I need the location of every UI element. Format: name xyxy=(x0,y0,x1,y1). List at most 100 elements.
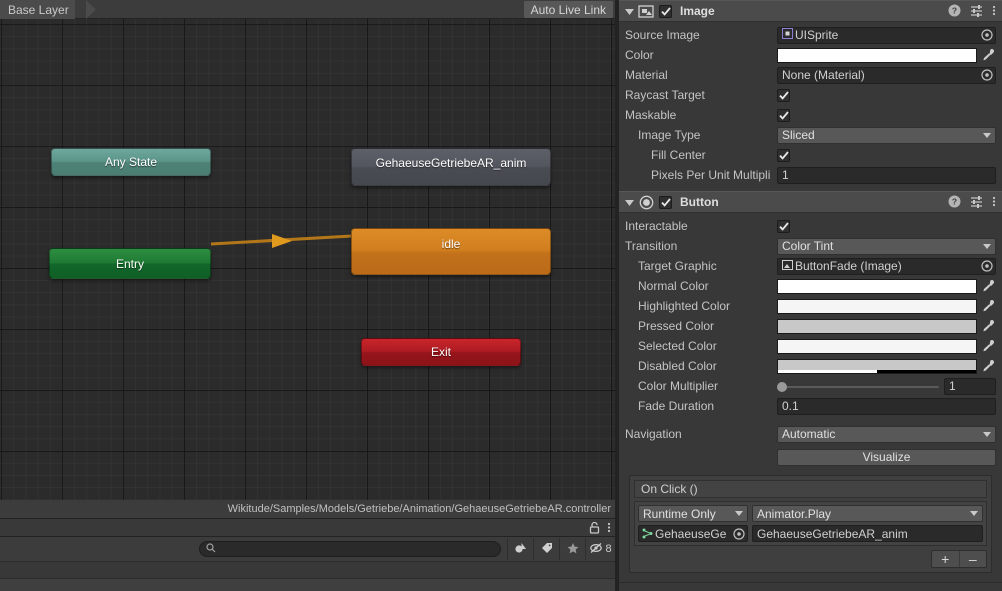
field-row-source-image: Source Image UISprite xyxy=(625,25,996,45)
auto-live-link-label: Auto Live Link xyxy=(530,2,606,17)
color-swatch-disabled-color[interactable] xyxy=(777,358,977,374)
on-click-event-box: On Click () Runtime Only Animator.Play G… xyxy=(629,475,992,573)
state-node-idle[interactable]: idle xyxy=(351,228,551,275)
field-row-highlighted-color: Highlighted Color xyxy=(625,296,996,316)
slider-color-multiplier[interactable] xyxy=(777,378,939,395)
color-swatch-normal-color[interactable] xyxy=(777,278,977,294)
checkbox-raycast-target[interactable] xyxy=(777,88,790,102)
search-input[interactable] xyxy=(219,543,479,555)
field-label: Fill Center xyxy=(651,148,706,162)
auto-live-link-button[interactable]: Auto Live Link xyxy=(523,1,613,18)
color-swatch-selected-color[interactable] xyxy=(777,338,977,354)
eyedropper-icon[interactable] xyxy=(979,338,996,354)
search-field[interactable] xyxy=(199,541,501,557)
field-label: Pressed Color xyxy=(638,319,715,333)
object-field-target[interactable]: GehaeuseGe xyxy=(638,525,748,542)
color-swatch-highlighted-color[interactable] xyxy=(777,298,977,314)
field-row-raycast-target: Raycast Target xyxy=(625,85,996,105)
chevron-down-icon xyxy=(983,431,991,437)
field-label: Selected Color xyxy=(638,339,717,353)
field-row-selected-color: Selected Color xyxy=(625,336,996,356)
eyedropper-icon[interactable] xyxy=(979,358,996,374)
preset-icon[interactable] xyxy=(970,4,983,20)
object-field-target-graphic[interactable]: ButtonFade (Image) xyxy=(777,257,996,275)
object-field-source-image[interactable]: UISprite xyxy=(777,26,996,44)
state-node-label: idle xyxy=(441,237,461,251)
dropdown-image-type[interactable]: Sliced xyxy=(777,126,996,144)
component-enabled-checkbox-button[interactable] xyxy=(659,195,672,209)
help-icon[interactable]: ? xyxy=(948,4,961,20)
field-row-color-multiplier: Color Multiplier 1 xyxy=(625,376,996,396)
field-label: Image Type xyxy=(638,128,701,142)
state-node-label: Exit xyxy=(430,345,451,359)
visualize-button[interactable]: Visualize xyxy=(777,448,996,466)
checkbox-interactable[interactable] xyxy=(777,219,790,233)
field-row-color: Color xyxy=(625,45,996,65)
field-row-interactable: Interactable xyxy=(625,216,996,236)
object-picker-icon[interactable] xyxy=(978,27,995,43)
component-header-buttons-image: ? xyxy=(948,1,996,23)
component-header-button[interactable]: Button ? xyxy=(619,191,1002,213)
text-field-value: GehaeuseGetriebeAR_anim xyxy=(757,526,908,541)
filter-by-type-button[interactable] xyxy=(507,538,533,560)
component-header-image[interactable]: Image ? xyxy=(619,0,1002,22)
slider-track-bar xyxy=(777,385,939,388)
asset-path-label: Wikitude/Samples/Models/Getriebe/Animati… xyxy=(227,503,611,515)
filter-by-label-button[interactable] xyxy=(533,538,559,560)
kebab-menu-icon[interactable] xyxy=(607,521,611,537)
hidden-packages-button[interactable]: 8 xyxy=(585,538,615,560)
visualize-button-label: Visualize xyxy=(862,450,911,464)
eyedropper-icon[interactable] xyxy=(979,298,996,314)
dropdown-lifecycle[interactable]: Runtime Only xyxy=(638,505,748,522)
object-picker-icon[interactable] xyxy=(730,526,747,541)
dropdown-transition[interactable]: Color Tint xyxy=(777,237,996,255)
state-node-any-state[interactable]: Any State xyxy=(51,148,211,176)
filter-by-type-icon xyxy=(514,541,528,558)
animator-graph-canvas[interactable]: Any State Entry idle Exit GehaeuseGetrie… xyxy=(0,19,615,500)
number-field-pixels-per-unit-multiplier[interactable]: 1 xyxy=(777,166,996,184)
state-node-gehaeusegetriebear-anim[interactable]: GehaeuseGetriebeAR_anim xyxy=(351,148,551,186)
lock-icon[interactable] xyxy=(589,521,600,537)
breadcrumb-base-layer[interactable]: Base Layer xyxy=(0,0,75,19)
object-picker-icon[interactable] xyxy=(978,258,995,274)
eyedropper-icon[interactable] xyxy=(979,278,996,294)
checkbox-maskable[interactable] xyxy=(777,108,790,122)
number-field-color-multiplier[interactable]: 1 xyxy=(944,377,996,395)
kebab-menu-icon[interactable] xyxy=(992,195,996,211)
field-row-fill-center: Fill Center xyxy=(625,145,996,165)
favorites-button[interactable] xyxy=(559,538,585,560)
project-window-toolbar: 8 xyxy=(0,537,615,561)
remove-event-button[interactable]: – xyxy=(960,551,987,567)
state-node-exit[interactable]: Exit xyxy=(361,338,521,366)
chevron-down-icon xyxy=(970,511,978,516)
state-node-label: GehaeuseGetriebeAR_anim xyxy=(375,156,527,170)
dropdown-navigation[interactable]: Automatic xyxy=(777,425,996,443)
foldout-triangle-icon[interactable] xyxy=(621,191,637,213)
foldout-triangle-icon[interactable] xyxy=(621,0,637,22)
add-event-button[interactable]: + xyxy=(932,551,960,567)
object-picker-icon[interactable] xyxy=(978,67,995,83)
hidden-packages-count: 8 xyxy=(605,543,612,555)
object-field-material[interactable]: None (Material) xyxy=(777,66,996,84)
preset-icon[interactable] xyxy=(970,195,983,211)
eyedropper-icon[interactable] xyxy=(979,47,996,63)
checkbox-fill-center[interactable] xyxy=(777,148,790,162)
field-label: Maskable xyxy=(625,108,677,122)
inspector-window: Image ? Source Image UISprite Color Mate… xyxy=(619,0,1002,591)
color-swatch-pressed-color[interactable] xyxy=(777,318,977,334)
component-enabled-checkbox-image[interactable] xyxy=(659,4,672,18)
animator-asset-path-bar: Wikitude/Samples/Models/Getriebe/Animati… xyxy=(0,500,615,518)
kebab-menu-icon[interactable] xyxy=(992,4,996,20)
component-body-button: Interactable Transition Color Tint Targe… xyxy=(619,213,1002,579)
number-field-value: 1 xyxy=(782,168,789,182)
field-label: Highlighted Color xyxy=(638,299,731,313)
color-swatch-color[interactable] xyxy=(777,47,977,63)
dropdown-method[interactable]: Animator.Play xyxy=(752,505,983,522)
number-field-fade-duration[interactable]: 0.1 xyxy=(777,397,996,415)
eyedropper-icon[interactable] xyxy=(979,318,996,334)
text-field-argument[interactable]: GehaeuseGetriebeAR_anim xyxy=(752,525,983,542)
state-node-entry[interactable]: Entry xyxy=(49,248,211,279)
project-window-tabbar-icons xyxy=(589,519,611,538)
help-icon[interactable]: ? xyxy=(948,195,961,211)
slider-knob[interactable] xyxy=(777,381,787,392)
